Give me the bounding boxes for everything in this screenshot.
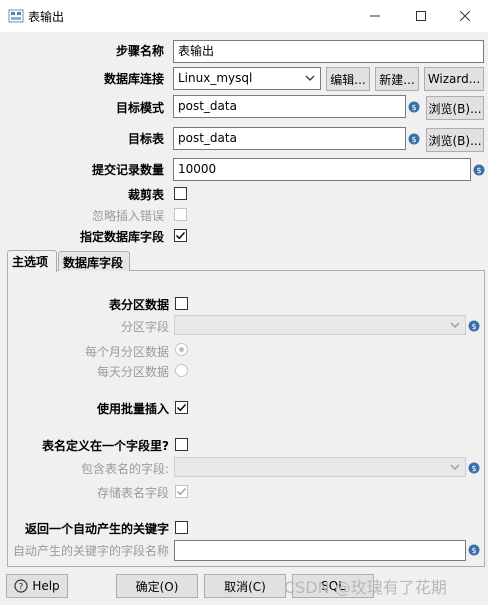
partition-field-select[interactable]	[174, 315, 466, 335]
target-table-label: 目标表	[127, 132, 164, 146]
return-key-checkbox[interactable]	[175, 521, 188, 534]
key-field-name-input[interactable]	[174, 540, 466, 561]
daily-partition-radio[interactable]	[175, 364, 188, 377]
checkmark-icon	[176, 232, 186, 240]
svg-text:$: $	[476, 166, 481, 175]
variable-icon[interactable]: $	[408, 101, 420, 113]
batch-insert-label: 使用批量插入	[96, 402, 169, 416]
target-schema-label: 目标模式	[115, 101, 164, 115]
step-name-label: 步骤名称	[115, 44, 164, 58]
svg-text:$: $	[471, 546, 476, 555]
browse-table-button[interactable]: 浏览(B)...	[426, 128, 484, 152]
ignore-errors-label: 忽略插入错误	[91, 209, 164, 223]
variable-icon[interactable]: $	[408, 133, 420, 145]
new-connection-button[interactable]: 新建...	[375, 67, 419, 91]
batch-insert-checkbox[interactable]	[175, 401, 188, 414]
table-name-in-field-checkbox[interactable]	[175, 438, 188, 451]
partition-field-label: 分区字段	[120, 320, 169, 334]
db-connection-label: 数据库连接	[103, 72, 164, 86]
truncate-table-label: 裁剪表	[127, 188, 164, 202]
close-button[interactable]	[442, 0, 488, 32]
ignore-errors-checkbox[interactable]	[174, 208, 187, 221]
partition-label: 表分区数据	[108, 298, 169, 312]
key-field-name-label: 自动产生的关键字的字段名称	[12, 544, 169, 558]
edit-connection-button[interactable]: 编辑...	[326, 67, 370, 91]
chevron-down-icon	[305, 75, 315, 81]
commit-size-label: 提交记录数量	[91, 163, 164, 177]
browse-schema-button[interactable]: 浏览(B)...	[426, 96, 484, 120]
window-title: 表输出	[28, 10, 65, 24]
store-table-name-checkbox[interactable]	[175, 485, 188, 498]
commit-size-input[interactable]: 10000	[173, 158, 471, 181]
table-name-in-field-label: 表名定义在一个字段里?	[42, 439, 169, 453]
minimize-icon	[370, 15, 380, 17]
tab-db-fields-label: 数据库字段	[63, 255, 124, 270]
maximize-button[interactable]	[398, 0, 444, 32]
specify-fields-checkbox[interactable]	[174, 229, 187, 242]
svg-text:?: ?	[19, 583, 24, 593]
maximize-icon	[416, 11, 426, 21]
return-key-label: 返回一个自动产生的关键字	[24, 522, 169, 536]
db-connection-value: Linux_mysql	[178, 71, 253, 85]
table-name-field-label: 包含表名的字段:	[80, 462, 169, 476]
checkmark-icon	[177, 404, 187, 412]
target-schema-input[interactable]: post_data	[173, 95, 406, 118]
svg-text:$: $	[411, 103, 416, 112]
variable-icon[interactable]: $	[473, 164, 485, 176]
monthly-partition-label: 每个月分区数据	[84, 345, 169, 359]
chevron-down-icon	[450, 322, 460, 328]
help-button[interactable]: ? Help	[6, 574, 68, 598]
svg-text:$: $	[471, 464, 476, 473]
truncate-table-checkbox[interactable]	[174, 187, 187, 200]
help-icon: ?	[14, 579, 28, 593]
monthly-partition-radio[interactable]	[175, 343, 188, 356]
variable-icon[interactable]: $	[468, 544, 480, 556]
minimize-button[interactable]	[352, 0, 398, 32]
svg-text:$: $	[471, 322, 476, 331]
app-icon	[8, 8, 24, 24]
variable-icon[interactable]: $	[468, 462, 480, 474]
wizard-button[interactable]: Wizard...	[424, 67, 484, 91]
store-table-name-label: 存储表名字段	[96, 486, 169, 500]
variable-icon[interactable]: $	[468, 320, 480, 332]
tab-main[interactable]: 主选项	[7, 250, 57, 272]
radio-selected-dot	[179, 347, 184, 352]
cancel-button[interactable]: 取消(C)	[204, 574, 286, 598]
partition-checkbox[interactable]	[175, 297, 188, 310]
step-name-input[interactable]: 表输出	[173, 40, 484, 63]
close-icon	[460, 11, 470, 21]
help-label: Help	[32, 579, 60, 593]
target-table-input[interactable]: post_data	[173, 127, 406, 150]
table-name-field-select[interactable]	[174, 457, 466, 477]
specify-fields-label: 指定数据库字段	[79, 230, 164, 244]
ok-button[interactable]: 确定(O)	[116, 574, 198, 598]
svg-text:$: $	[411, 135, 416, 144]
tab-main-label: 主选项	[12, 254, 49, 269]
watermark: CSDN @玫瑰有了花期	[284, 578, 447, 597]
daily-partition-label: 每天分区数据	[96, 365, 169, 379]
db-connection-select[interactable]: Linux_mysql	[173, 67, 321, 90]
tab-db-fields[interactable]: 数据库字段	[58, 251, 130, 271]
checkmark-icon	[177, 488, 187, 496]
chevron-down-icon	[450, 464, 460, 470]
